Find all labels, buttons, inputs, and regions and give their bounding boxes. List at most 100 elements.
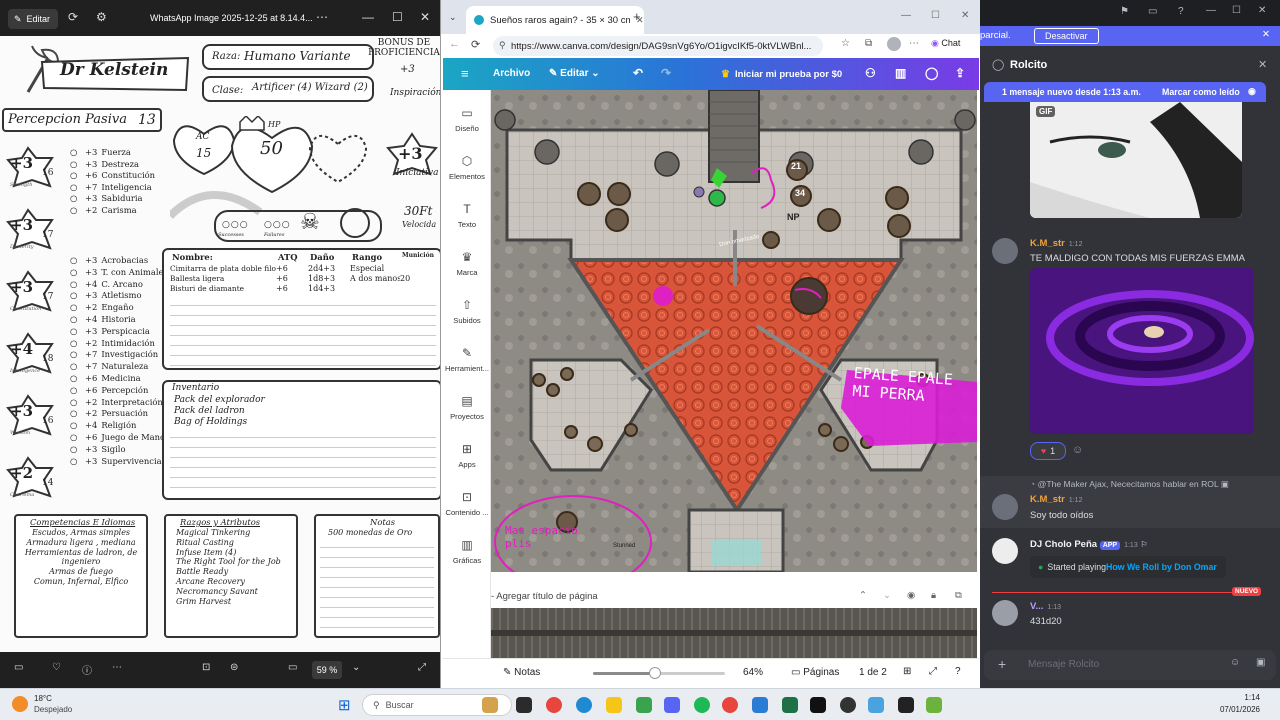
disable-button[interactable]: Desactivar [1034, 28, 1099, 44]
close-icon[interactable]: ✕ [1258, 58, 1267, 71]
inbox-icon[interactable]: ▭ [1148, 6, 1157, 17]
add-attachment-icon[interactable]: + [998, 656, 1006, 672]
close-icon[interactable]: ✕ [1258, 5, 1266, 16]
zoom-level[interactable]: 59 % [312, 661, 342, 679]
weather-text[interactable]: Despejado [34, 705, 72, 714]
zoom-slider[interactable] [593, 667, 725, 679]
sidebar-item-contenido[interactable]: ⊡ Contenido ... [443, 490, 491, 517]
lock-icon[interactable]: 🔒︎ [931, 590, 936, 601]
browser-tab[interactable]: Sueños raros again? - 35 × 30 cm ✕ [466, 6, 644, 34]
pin-icon[interactable]: ⚑ [1120, 6, 1129, 17]
extensions-icon[interactable]: ⧉ [865, 38, 872, 49]
new-tab-icon[interactable]: + [633, 9, 641, 24]
app-icon-2[interactable] [926, 697, 942, 713]
game-icon[interactable] [898, 697, 914, 713]
page-title-input[interactable]: - Agregar título de página [491, 591, 598, 602]
people-icon[interactable]: ⚇ [865, 66, 876, 80]
add-reaction-icon[interactable]: ☺ [1072, 444, 1083, 456]
back-icon[interactable]: ← [449, 38, 460, 50]
chevron-down-icon[interactable]: ⌄ [883, 590, 891, 601]
sidebar-item-gr-ficas[interactable]: ▥ Gráficas [443, 538, 491, 565]
maximize-icon[interactable]: ☐ [1232, 5, 1241, 16]
fullscreen-icon[interactable]: ⤢ [929, 666, 937, 677]
star-icon[interactable]: ☆ [841, 38, 850, 49]
filmstrip-icon[interactable]: ▭ [14, 662, 23, 673]
whatsapp-icon[interactable] [636, 697, 652, 713]
page-2-preview[interactable] [491, 608, 977, 658]
reload-icon[interactable]: ⟳ [471, 38, 480, 51]
redo-icon[interactable]: ↷ [661, 66, 671, 80]
clock-time[interactable]: 1:14 [1220, 693, 1260, 702]
help-icon[interactable]: ? [955, 666, 961, 677]
menu-icon[interactable]: ≡ [461, 66, 469, 81]
share-icon[interactable]: ⇪ [955, 66, 965, 80]
chevron-up-icon[interactable]: ⌃ [859, 590, 867, 601]
zoom-slider-thumb[interactable] [649, 667, 661, 679]
avatar[interactable] [992, 494, 1018, 520]
profile-avatar[interactable] [887, 37, 901, 51]
zoom-value[interactable]: 64% [743, 667, 763, 678]
weather-temp[interactable]: 18°C [34, 694, 52, 703]
message-author[interactable]: DJ Cholo Peña APP 1:13 ⚐ [1030, 539, 1148, 550]
windows-start-icon[interactable]: ⊞ [338, 696, 351, 714]
app-icon[interactable] [840, 697, 856, 713]
reply-preview[interactable]: ◔ @The Maker Ajax, Nececitamos hablar en… [1030, 479, 1229, 490]
close-banner-icon[interactable]: ✕ [1262, 29, 1270, 40]
widgets-icon[interactable] [482, 697, 498, 713]
file-menu[interactable]: Archivo [493, 68, 530, 79]
avatar[interactable] [992, 538, 1018, 564]
discord-icon[interactable] [664, 697, 680, 713]
task-view-icon[interactable] [516, 697, 532, 713]
terminal-icon[interactable] [810, 697, 826, 713]
copilot-chat-button[interactable]: ◉ Chat [931, 38, 960, 49]
mark-read-button[interactable]: Marcar como leído [1162, 87, 1240, 97]
gift-icon[interactable]: ▣ [1256, 657, 1265, 668]
analytics-icon[interactable]: ▥ [895, 66, 906, 80]
fullscreen-icon[interactable]: ⤢ [418, 662, 426, 673]
song-link[interactable]: How We Roll by Don Omar [1106, 562, 1217, 572]
fit-icon[interactable]: ▭ [288, 662, 297, 673]
sidebar-item-proyectos[interactable]: ▤ Proyectos [443, 394, 491, 421]
sidebar-item-herramient[interactable]: ✎ Herramient... [443, 346, 491, 373]
grid-view-icon[interactable]: ⊞ [903, 666, 911, 677]
view-icon[interactable]: ⊜ [230, 662, 238, 673]
message-input[interactable]: + Mensaje Rolcito ☺ ▣ [984, 650, 1276, 680]
message-author[interactable]: K.M_str 1:12 [1030, 238, 1082, 249]
vortex-image[interactable] [1030, 268, 1254, 434]
edge-icon[interactable] [576, 697, 592, 713]
more-icon[interactable]: ⋯ [112, 662, 122, 673]
help-icon[interactable]: ? [1178, 6, 1184, 17]
close-icon[interactable]: ✕ [961, 10, 969, 21]
more-icon[interactable]: ⋯ [909, 38, 919, 49]
message-author[interactable]: K.M_str 1:12 [1030, 494, 1082, 505]
message-author[interactable]: V... 1:13 [1030, 601, 1061, 612]
edit-button[interactable]: ✎ Editar [8, 9, 59, 29]
emoji-icon[interactable]: ☺ [1230, 657, 1240, 668]
comment-icon[interactable]: ◯ [925, 66, 938, 80]
chevron-down-icon[interactable]: ⌄ [352, 662, 360, 673]
file-explorer-icon[interactable] [606, 697, 622, 713]
photos-icon[interactable] [868, 697, 884, 713]
word-icon[interactable] [752, 697, 768, 713]
sidebar-item-texto[interactable]: T Texto [443, 202, 491, 229]
avatar[interactable] [992, 600, 1018, 626]
url-field[interactable]: ⚲ https://www.canva.com/design/DAG9snVg6… [493, 36, 823, 56]
sidebar-item-marca[interactable]: ♛ Marca [443, 250, 491, 277]
battle-map[interactable]: 21 34 NP Don omarizado Stunned EPALE EPA… [491, 90, 977, 572]
crop-icon[interactable]: ⊡ [202, 662, 210, 673]
sidebar-item-dise-o[interactable]: ▭ Diseño [443, 106, 491, 133]
avatar[interactable] [992, 238, 1018, 264]
settings-icon[interactable]: ⚙ [96, 10, 107, 24]
tab-list-icon[interactable]: ⌄ [449, 12, 457, 23]
minimize-icon[interactable]: — [1206, 5, 1216, 16]
minimize-icon[interactable]: — [362, 10, 374, 24]
clock-date[interactable]: 07/01/2026 [1200, 705, 1260, 714]
chrome-icon[interactable] [546, 697, 562, 713]
undo-icon[interactable]: ↶ [633, 66, 643, 80]
chrome-icon[interactable] [722, 697, 738, 713]
heart-reaction[interactable]: ♥ 1 [1030, 442, 1066, 460]
rotate-icon[interactable]: ⟳ [68, 10, 78, 24]
sidebar-item-apps[interactable]: ⊞ Apps [443, 442, 491, 469]
hide-icon[interactable]: ◉ [907, 590, 915, 601]
edit-menu[interactable]: ✎ Editar ⌄ [549, 68, 600, 79]
